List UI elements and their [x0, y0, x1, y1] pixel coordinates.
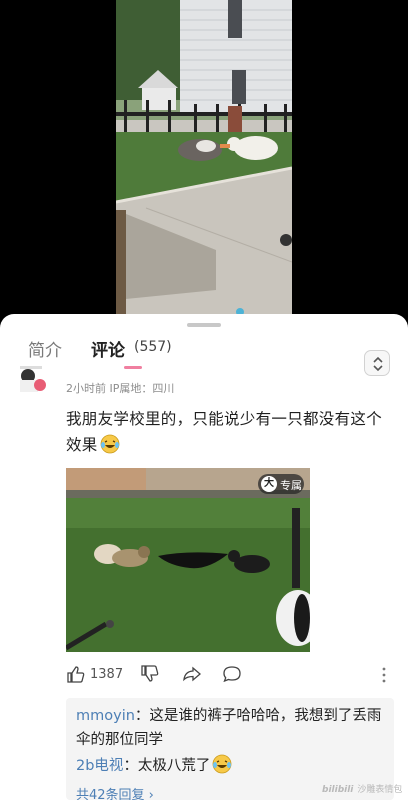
comment-body: 我朋友学校里的，只能说少有一只都没有这个效果 [66, 406, 396, 458]
laughing-crying-emoji-icon [100, 434, 120, 454]
tab-bar: 简介 评论 (557) [0, 332, 408, 376]
laughing-crying-emoji-icon [212, 754, 232, 774]
expand-toggle-button[interactable] [364, 350, 390, 376]
active-tab-indicator [124, 366, 142, 369]
avatar[interactable] [14, 366, 50, 394]
reply-username[interactable]: 2b电视 [76, 758, 123, 774]
comment-bubble-icon [223, 666, 241, 683]
vertical-dots-icon [382, 667, 386, 683]
reply-item[interactable]: 2b电视：太极八荒了 [76, 754, 392, 778]
thumbs-down-icon [141, 665, 159, 682]
comment-sheet: 简介 评论 (557) 2小时前 IP属地：四川 我朋友学校里的，只能说少有一只… [0, 314, 408, 800]
watermark-text: 沙雕表情包 [357, 785, 403, 795]
tab-comments[interactable]: 评论 [91, 336, 125, 361]
drag-handle[interactable] [187, 323, 221, 327]
reply-button[interactable] [222, 664, 242, 686]
comment-photo[interactable]: 大 专属 [66, 468, 310, 652]
video-player[interactable] [0, 0, 408, 318]
watermark: bilibili 沙雕表情包 [322, 782, 402, 795]
comment-count: (557) [134, 339, 172, 355]
tab-intro[interactable]: 简介 [28, 336, 62, 361]
share-arrow-icon [183, 666, 201, 682]
bilibili-logo: bilibili [322, 785, 354, 795]
chevron-up-down-icon [373, 356, 383, 372]
photo-badge: 大 专属 [258, 474, 304, 494]
share-button[interactable] [182, 664, 202, 686]
badge-icon: 大 [261, 476, 277, 492]
badge-label: 专属 [280, 479, 302, 492]
comment-meta: 2小时前 IP属地：四川 [66, 382, 175, 395]
like-button[interactable] [66, 664, 86, 686]
like-count: 1387 [90, 667, 124, 682]
thumbs-up-icon [67, 666, 85, 683]
dogs-photo-image [66, 468, 310, 652]
reply-username[interactable]: mmoyin [76, 708, 135, 724]
video-scene-image [116, 0, 292, 318]
view-more-replies-link[interactable]: 共42条回复 › [76, 784, 154, 800]
video-frame[interactable] [116, 0, 292, 318]
more-options-button[interactable] [380, 664, 388, 686]
comment-action-bar: 1387 [0, 664, 408, 688]
reply-text: ：太极八荒了 [123, 758, 211, 774]
reply-item[interactable]: mmoyin：这是谁的裤子哈哈哈，我想到了丢雨伞的那位同学 [76, 704, 392, 752]
dislike-button[interactable] [140, 664, 160, 686]
